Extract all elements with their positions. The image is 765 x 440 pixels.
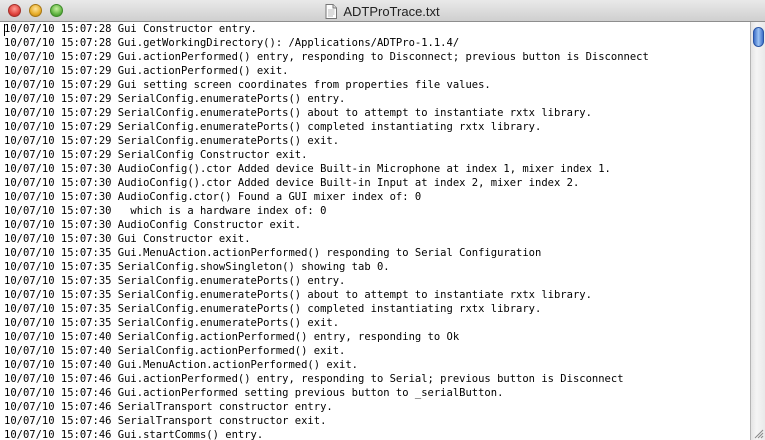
window-titlebar[interactable]: ADTProTrace.txt — [0, 0, 765, 22]
window-title-text: ADTProTrace.txt — [343, 3, 440, 19]
log-line: 10/07/10 15:07:29 SerialConfig.enumerate… — [4, 121, 542, 133]
text-cursor — [4, 24, 5, 36]
log-line: 10/07/10 15:07:30 AudioConfig().ctor Add… — [4, 177, 580, 189]
document-icon — [325, 3, 338, 19]
window-title: ADTProTrace.txt — [0, 0, 765, 22]
log-line: 10/07/10 15:07:28 Gui.getWorkingDirector… — [4, 37, 460, 49]
log-line: 10/07/10 15:07:35 SerialConfig.showSingl… — [4, 261, 390, 273]
log-line: 10/07/10 15:07:29 SerialConfig.enumerate… — [4, 107, 592, 119]
log-line: 10/07/10 15:07:29 SerialConfig Construct… — [4, 149, 308, 161]
log-line: 10/07/10 15:07:40 SerialConfig.actionPer… — [4, 345, 346, 357]
log-line: 10/07/10 15:07:35 Gui.MenuAction.actionP… — [4, 247, 542, 259]
log-line: 10/07/10 15:07:46 Gui.actionPerformed se… — [4, 387, 504, 399]
log-line: 10/07/10 15:07:30 Gui Constructor exit. — [4, 233, 251, 245]
log-line: 10/07/10 15:07:29 Gui.actionPerformed() … — [4, 65, 289, 77]
log-line: 10/07/10 15:07:46 SerialTransport constr… — [4, 415, 327, 427]
log-line: 10/07/10 15:07:28 Gui Constructor entry. — [4, 23, 257, 35]
log-line: 10/07/10 15:07:40 Gui.MenuAction.actionP… — [4, 359, 359, 371]
log-line: 10/07/10 15:07:35 SerialConfig.enumerate… — [4, 303, 542, 315]
log-line: 10/07/10 15:07:40 SerialConfig.actionPer… — [4, 331, 460, 343]
scroll-thumb[interactable] — [753, 27, 764, 47]
log-line: 10/07/10 15:07:30 AudioConfig().ctor Add… — [4, 163, 611, 175]
text-editor-area[interactable]: 10/07/10 15:07:28 Gui Constructor entry.… — [0, 22, 750, 440]
log-line: 10/07/10 15:07:29 SerialConfig.enumerate… — [4, 135, 340, 147]
log-line: 10/07/10 15:07:30 which is a hardware in… — [4, 205, 327, 217]
log-line: 10/07/10 15:07:29 SerialConfig.enumerate… — [4, 93, 346, 105]
log-line: 10/07/10 15:07:46 Gui.actionPerformed() … — [4, 373, 624, 385]
log-line: 10/07/10 15:07:35 SerialConfig.enumerate… — [4, 289, 592, 301]
resize-grip-icon[interactable] — [752, 427, 764, 439]
log-line: 10/07/10 15:07:30 AudioConfig.ctor() Fou… — [4, 191, 422, 203]
log-line: 10/07/10 15:07:35 SerialConfig.enumerate… — [4, 317, 340, 329]
log-line: 10/07/10 15:07:29 Gui setting screen coo… — [4, 79, 491, 91]
log-line: 10/07/10 15:07:46 SerialTransport constr… — [4, 401, 333, 413]
log-line: 10/07/10 15:07:30 AudioConfig Constructo… — [4, 219, 302, 231]
vertical-scrollbar[interactable] — [750, 22, 765, 440]
log-line: 10/07/10 15:07:29 Gui.actionPerformed() … — [4, 51, 649, 63]
log-line: 10/07/10 15:07:35 SerialConfig.enumerate… — [4, 275, 346, 287]
log-line: 10/07/10 15:07:46 Gui.startComms() entry… — [4, 429, 264, 440]
